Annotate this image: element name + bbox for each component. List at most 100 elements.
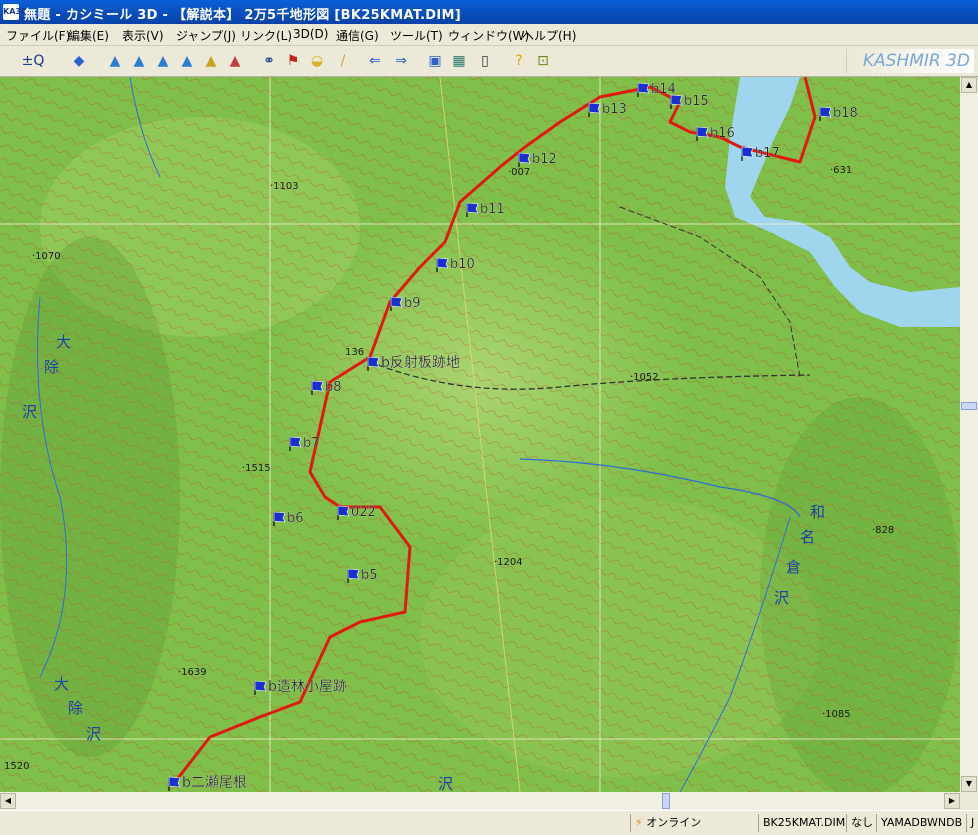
status-bar: ⚡ オンライン BK25KMAT.DIM なし YAMADBWNDB J: [0, 810, 978, 835]
map-canvas[interactable]: b14 b15 b13 b16 b17 b18 b12 b11 b10 b9 b反射板跡地 b8 b7 b…: [0, 77, 960, 792]
scroll-corner: [960, 792, 978, 810]
status-online: ⚡ オンライン: [630, 814, 755, 832]
menu-item-0[interactable]: ファイル(F): [6, 27, 70, 44]
help-icon[interactable]: ?: [508, 50, 530, 72]
scroll-up-icon[interactable]: ▲: [961, 77, 977, 93]
menu-item-8[interactable]: ウィンドウ(W): [448, 27, 529, 44]
menu-item-7[interactable]: ツール(T): [390, 27, 443, 44]
flag-icon: [819, 106, 832, 118]
flag-marker-icon[interactable]: ⚑: [282, 50, 304, 72]
river-label: 大: [56, 333, 71, 351]
map-view[interactable]: b14 b15 b13 b16 b17 b18 b12 b11 b10 b9 b反射板跡地 b8 b7 b…: [0, 77, 960, 792]
menu-item-2[interactable]: 表示(V): [122, 27, 164, 44]
waypoint-label: b造林小屋跡: [268, 679, 347, 695]
flag-icon: [289, 436, 302, 448]
river-label: 沢: [774, 589, 789, 607]
menu-item-4[interactable]: リンク(L): [240, 27, 292, 44]
flag-icon: [390, 296, 403, 308]
waypoint-label: b11: [480, 202, 505, 217]
flag-icon: [670, 94, 683, 106]
flag-icon: [168, 776, 181, 788]
app-icon[interactable]: KA3D: [3, 4, 28, 20]
waypoint-label: b12: [532, 152, 557, 167]
waypoint-label: b9: [404, 296, 421, 311]
river-label: 和: [810, 503, 825, 521]
elevation-label: ·1639: [178, 667, 207, 678]
flag-icon: [367, 356, 380, 368]
waypoint-label: b7: [303, 436, 320, 451]
terrain-4-icon[interactable]: ▲: [176, 50, 198, 72]
ruler-icon[interactable]: /: [332, 50, 354, 72]
calculator-icon[interactable]: ▦: [448, 50, 470, 72]
scroll-thumb-horizontal[interactable]: [662, 793, 670, 809]
layer-icon[interactable]: ◆: [68, 50, 90, 72]
elevation-label: 136: [345, 347, 364, 358]
flag-icon: [588, 102, 601, 114]
flag-icon: [637, 82, 650, 94]
arrow-right-icon[interactable]: ⇒: [390, 50, 412, 72]
waypoint-label: b13: [602, 102, 627, 117]
waypoint-label: b反射板跡地: [381, 355, 460, 371]
menu-item-3[interactable]: ジャンプ(J): [176, 27, 236, 44]
horizontal-scrollbar[interactable]: ◀ ▶: [0, 792, 960, 810]
terrain-5-icon[interactable]: ▲: [200, 50, 222, 72]
waypoint-label: b5: [361, 568, 378, 583]
vertical-scrollbar[interactable]: ▲ ▼: [960, 77, 978, 792]
elevation-label: ·007: [508, 167, 530, 178]
cheese-icon[interactable]: ◒: [306, 50, 328, 72]
exit-icon[interactable]: ⊡: [532, 50, 554, 72]
terrain-2-icon[interactable]: ▲: [128, 50, 150, 72]
river-label: 除: [68, 699, 83, 717]
status-file: BK25KMAT.DIM: [758, 814, 849, 832]
status-db: YAMADBWNDB: [876, 814, 969, 832]
scroll-thumb-vertical[interactable]: [961, 402, 977, 410]
waypoint-label: b17: [755, 146, 780, 161]
flag-icon: [337, 505, 350, 517]
elevation-label: ·1103: [270, 181, 299, 192]
menu-item-9[interactable]: ヘルプ(H): [522, 27, 576, 44]
river-label: 大: [54, 675, 69, 693]
scroll-left-icon[interactable]: ◀: [0, 793, 16, 809]
river-label: 名: [800, 528, 815, 546]
status-online-text: オンライン: [646, 816, 702, 829]
menu-bar: ファイル(F) 編集(E) 表示(V) ジャンプ(J) リンク(L) 3D(D) 通信(G)…: [0, 24, 978, 46]
waypoint-reflector[interactable]: b反射板跡地: [367, 355, 460, 371]
menu-item-6[interactable]: 通信(G): [336, 27, 379, 44]
terrain-1-icon[interactable]: ▲: [104, 50, 126, 72]
menu-item-1[interactable]: 編集(E): [68, 27, 109, 44]
gps-device-icon[interactable]: ▯: [474, 50, 496, 72]
zoom-in-out-icon[interactable]: ±Q: [22, 50, 45, 72]
flag-icon: [436, 257, 449, 269]
flag-icon: [273, 511, 286, 523]
waypoint-hut[interactable]: b造林小屋跡: [254, 679, 347, 695]
arrow-left-icon[interactable]: ⇐: [364, 50, 386, 72]
menu-item-5[interactable]: 3D(D): [293, 27, 328, 41]
binoculars-icon[interactable]: ⚭: [258, 50, 280, 72]
elevation-label: ·1070: [32, 251, 61, 262]
waypoint-label: b10: [450, 257, 475, 272]
terrain-3-icon[interactable]: ▲: [152, 50, 174, 72]
waypoint-label: 022: [351, 505, 376, 520]
title-bar: KA3D 無題 - カシミール 3D - 【解説本】 2万5千地形図 [BK25…: [0, 0, 978, 24]
river-label: 沢: [438, 775, 453, 792]
scroll-down-icon[interactable]: ▼: [961, 776, 977, 792]
flag-icon: [466, 202, 479, 214]
flag-icon: [741, 146, 754, 158]
waypoint-label: b6: [287, 511, 304, 526]
lightning-icon: ⚡: [635, 816, 643, 829]
window-title: 無題 - カシミール 3D - 【解説本】 2万5千地形図 [BK25KMAT.…: [24, 8, 462, 23]
elevation-label: ·1052: [630, 372, 659, 383]
camera-icon[interactable]: ▣: [424, 50, 446, 72]
river-label: 除: [44, 358, 59, 376]
elevation-label: ·631: [830, 165, 852, 176]
terrain-6-icon[interactable]: ▲: [224, 50, 246, 72]
waypoint-label: b8: [325, 380, 342, 395]
waypoint-label: b16: [710, 126, 735, 141]
flag-icon: [347, 568, 360, 580]
brand-logo: KASHMIR 3D: [846, 49, 974, 73]
elevation-label: ·1085: [822, 709, 851, 720]
scroll-right-icon[interactable]: ▶: [944, 793, 960, 809]
waypoint-label: b14: [651, 82, 676, 97]
waypoint-label: b18: [833, 106, 858, 121]
flag-icon: [311, 380, 324, 392]
